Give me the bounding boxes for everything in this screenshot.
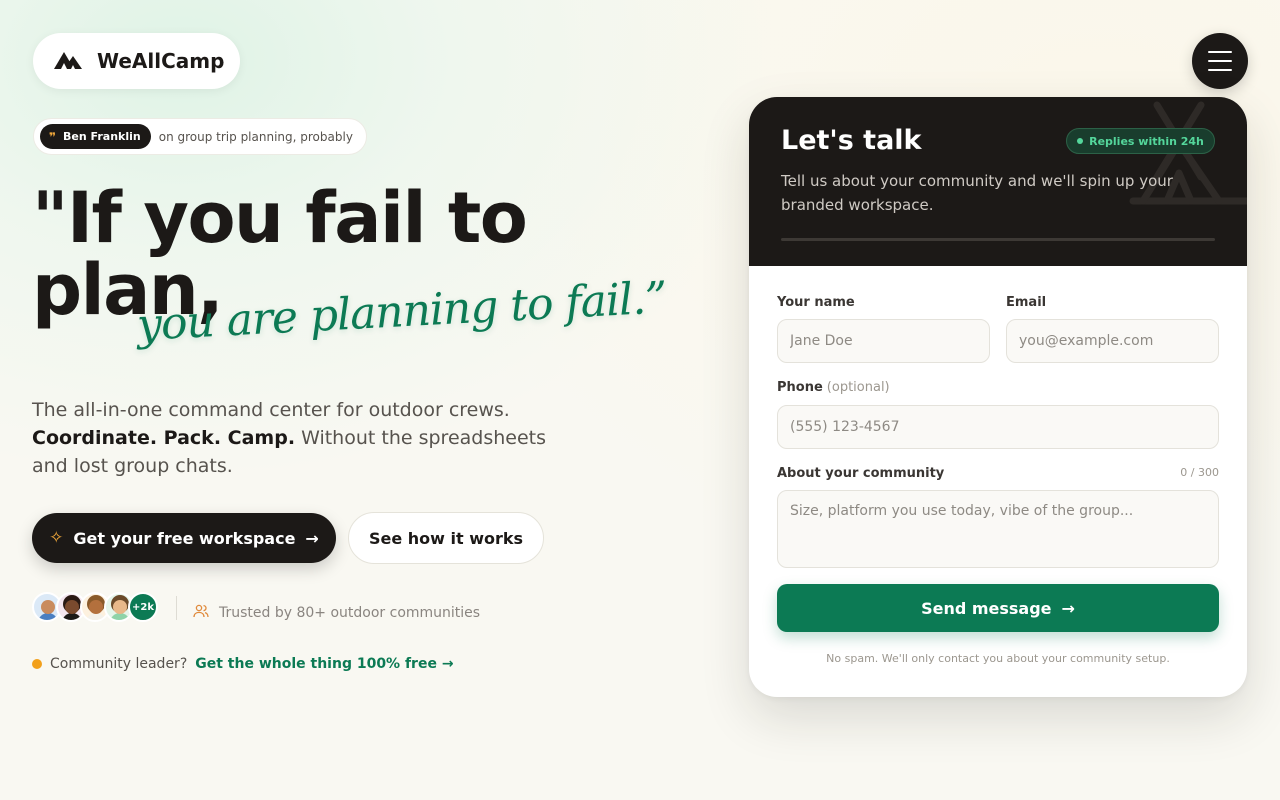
mountains-icon (53, 48, 83, 74)
sparkle-icon: ✧ (49, 528, 64, 548)
contact-subtitle: Tell us about your community and we'll s… (781, 172, 1173, 214)
lead-emphasis: Coordinate. Pack. Camp. (32, 427, 296, 449)
secondary-cta-label: See how it works (368, 528, 524, 548)
phone-field[interactable] (777, 405, 1219, 449)
quote-author: Ben Franklin (63, 130, 141, 143)
brand-logo-pill[interactable]: WeAllCamp (33, 33, 240, 89)
character-counter: 0 / 300 (1180, 466, 1219, 479)
free-for-leaders-link[interactable]: Get the whole thing 100% free → (195, 656, 453, 672)
privacy-note: No spam. We'll only contact you about yo… (826, 652, 1170, 665)
email-field[interactable] (1006, 319, 1219, 363)
quote-context: on group trip planning, probably (158, 129, 353, 144)
arrow-right-icon: → (305, 528, 319, 548)
community-leader-promo: Community leader? Get the whole thing 10… (32, 656, 454, 672)
reply-time-badge: Replies within 24h (1066, 128, 1215, 154)
see-how-it-works-button[interactable]: See how it works (348, 512, 544, 564)
quote-icon: ❞ (49, 129, 57, 144)
leader-question: Community leader? (50, 656, 188, 672)
name-field[interactable] (777, 319, 990, 363)
arrow-right-icon: → (1061, 598, 1075, 618)
contact-form-card: Let's talk Replies within 24h Tell us ab… (749, 97, 1247, 697)
send-label: Send message (921, 598, 1052, 618)
online-dot-icon (1077, 138, 1084, 144)
optional-hint: (optional) (826, 380, 890, 395)
about-label: About your community (777, 466, 945, 481)
avatar-overflow-count: +2k (128, 592, 158, 622)
menu-button[interactable] (1192, 33, 1248, 89)
get-free-workspace-button[interactable]: ✧ Get your free workspace → (32, 513, 336, 563)
reply-time-text: Replies within 24h (1089, 134, 1204, 148)
divider (781, 238, 1215, 241)
phone-label: Phone (optional) (777, 380, 890, 395)
trusted-text: Trusted by 80+ outdoor communities (219, 605, 481, 621)
email-label: Email (1006, 295, 1047, 310)
about-community-textarea[interactable] (777, 490, 1219, 568)
avatar-stack: +2k (32, 592, 158, 624)
primary-cta-label: Get your free workspace (73, 528, 296, 548)
send-message-button[interactable]: Send message → (777, 584, 1219, 632)
phone-label-text: Phone (777, 380, 823, 395)
users-icon (193, 604, 209, 622)
brand-name: WeAllCamp (97, 49, 225, 73)
name-label: Your name (777, 295, 855, 310)
trusted-by: Trusted by 80+ outdoor communities (193, 604, 480, 622)
contact-card-header: Let's talk Replies within 24h Tell us ab… (749, 97, 1247, 266)
hamburger-icon (1208, 51, 1232, 53)
divider (176, 596, 177, 620)
quote-attribution-chip: ❞ Ben Franklin on group trip planning, p… (33, 118, 367, 155)
author-badge: ❞ Ben Franklin (40, 124, 151, 149)
contact-title: Let's talk (781, 125, 922, 156)
status-dot (32, 659, 42, 669)
lead-intro: The all-in-one command center for outdoo… (32, 399, 510, 421)
hero-lead: The all-in-one command center for outdoo… (32, 396, 572, 480)
